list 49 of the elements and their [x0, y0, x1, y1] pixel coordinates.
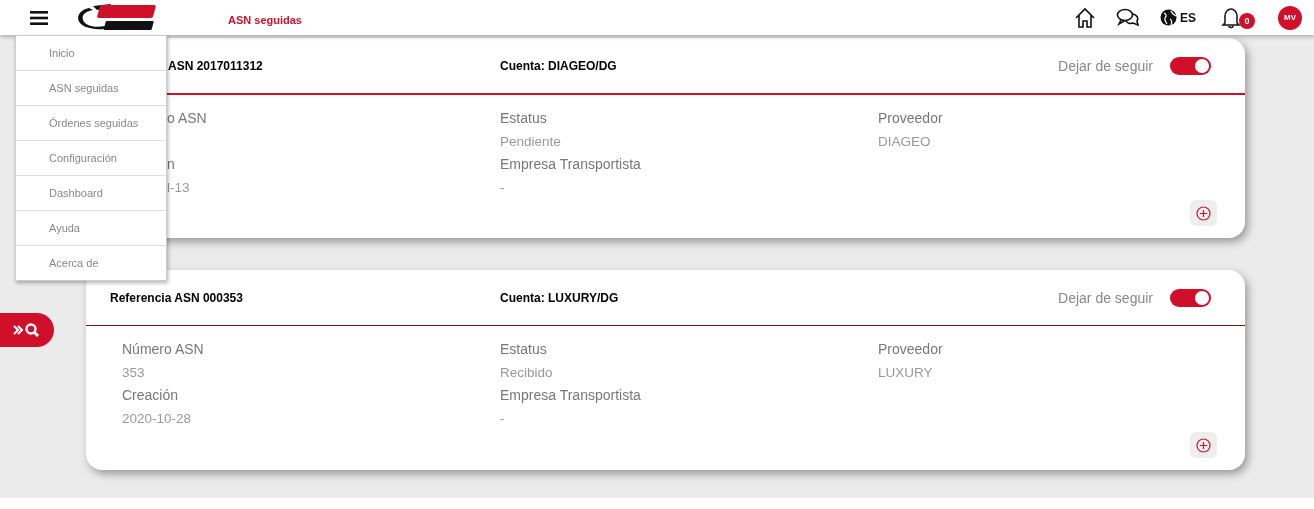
- unfollow-label: Dejar de seguir: [1058, 289, 1153, 306]
- menu-icon[interactable]: [30, 10, 48, 25]
- field-label: Proveedor: [878, 109, 944, 128]
- search-toggle-button[interactable]: [0, 313, 54, 347]
- bell-icon[interactable]: [1221, 6, 1241, 29]
- field-value: 2020-10-28: [122, 410, 193, 428]
- language-label[interactable]: ES: [1180, 10, 1196, 25]
- field-value: 353: [122, 364, 146, 382]
- field-label: Proveedor: [878, 340, 944, 359]
- field-value: -: [500, 179, 506, 197]
- asn-reference: Referencia ASN 000353: [110, 290, 244, 305]
- field-value: -: [500, 410, 506, 428]
- unfollow-label: Dejar de seguir: [1058, 57, 1153, 74]
- expand-button[interactable]: [1190, 432, 1217, 458]
- field-value: l-13: [167, 179, 191, 197]
- plus-icon: [1196, 205, 1211, 221]
- field-label: Número ASN: [122, 340, 205, 359]
- notification-badge: 0: [1239, 12, 1255, 29]
- chat-icon[interactable]: [1116, 6, 1140, 29]
- expand-button[interactable]: [1190, 200, 1217, 226]
- field-value: LUXURY: [878, 364, 934, 382]
- home-icon[interactable]: [1074, 6, 1096, 29]
- field-label: Estatus: [500, 340, 548, 359]
- account-label: Cuenta: DIAGEO/DG: [500, 58, 617, 73]
- menu-item[interactable]: ASN seguidas: [16, 71, 166, 106]
- asn-reference: ASN 2017011312: [167, 58, 264, 73]
- menu-item[interactable]: Inicio: [16, 36, 166, 71]
- plus-icon: [1196, 437, 1211, 453]
- menu-item[interactable]: Ayuda: [16, 211, 166, 246]
- menu-item[interactable]: Dashboard: [16, 176, 166, 211]
- field-value: Recibido: [500, 364, 554, 382]
- field-value: Pendiente: [500, 133, 562, 151]
- globe-icon[interactable]: [1160, 9, 1177, 26]
- field-label: Creación: [122, 386, 180, 405]
- search-icon: [13, 323, 41, 337]
- menu-item[interactable]: Acerca de: [16, 246, 166, 280]
- menu-item[interactable]: Configuración: [16, 141, 166, 176]
- account-label: Cuenta: LUXURY/DG: [500, 290, 619, 305]
- user-avatar[interactable]: MV: [1278, 5, 1302, 30]
- field-label: o ASN: [167, 109, 208, 128]
- page-title: ASN seguidas: [228, 13, 302, 26]
- follow-toggle[interactable]: [1170, 56, 1211, 75]
- field-label: Estatus: [500, 109, 548, 128]
- follow-toggle[interactable]: [1170, 288, 1211, 307]
- field-label: Empresa Transportista: [500, 386, 642, 405]
- field-value: DIAGEO: [878, 133, 932, 151]
- field-label: Empresa Transportista: [500, 155, 642, 174]
- field-label: n: [167, 155, 176, 174]
- menu-item[interactable]: Órdenes seguidas: [16, 106, 166, 141]
